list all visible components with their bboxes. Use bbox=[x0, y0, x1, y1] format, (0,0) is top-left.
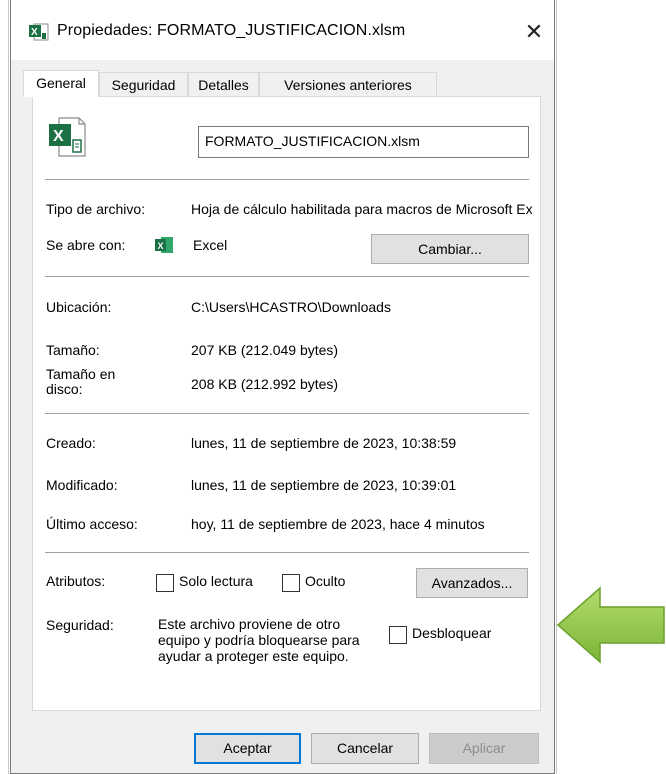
label-creado: Creado: bbox=[46, 435, 96, 451]
tab-versiones-anteriores[interactable]: Versiones anteriores bbox=[259, 72, 437, 96]
label-tamano-disco: Tamaño en disco: bbox=[46, 367, 115, 397]
solo-lectura-checkbox[interactable] bbox=[156, 574, 174, 592]
close-button[interactable]: ✕ bbox=[514, 12, 554, 52]
value-tamano-disco: 208 KB (212.992 bytes) bbox=[191, 376, 339, 392]
filename-field[interactable]: FORMATO_JUSTIFICACION.xlsm bbox=[198, 126, 529, 158]
general-panel: X FORMATO_JUSTIFICACION.xlsm Tipo de arc… bbox=[32, 96, 541, 711]
label-tamano-disco-line1: Tamaño en bbox=[46, 366, 116, 382]
label-seguridad: Seguridad: bbox=[46, 617, 114, 633]
security-line-1: Este archivo proviene de otro bbox=[158, 616, 341, 632]
label-modificado: Modificado: bbox=[46, 477, 118, 493]
separator bbox=[45, 179, 529, 180]
separator bbox=[45, 413, 529, 414]
excel-file-icon: X bbox=[29, 23, 49, 41]
tab-general[interactable]: General bbox=[23, 70, 99, 97]
label-atributos: Atributos: bbox=[46, 573, 106, 589]
value-app: Excel bbox=[193, 237, 228, 253]
desbloquear-label[interactable]: Desbloquear bbox=[412, 625, 530, 641]
svg-text:X: X bbox=[31, 27, 38, 38]
solo-lectura-label[interactable]: Solo lectura bbox=[179, 573, 253, 589]
title-bar: X Propiedades: FORMATO_JUSTIFICACION.xls… bbox=[11, 0, 554, 60]
cambiar-button[interactable]: Cambiar... bbox=[371, 234, 529, 264]
separator bbox=[45, 552, 529, 553]
excel-app-icon: X bbox=[155, 237, 173, 253]
value-tipo: Hoja de cálculo habilitada para macros d… bbox=[191, 201, 532, 217]
tab-seguridad[interactable]: Seguridad bbox=[99, 72, 188, 96]
desbloquear-checkbox[interactable] bbox=[389, 626, 407, 644]
aplicar-button[interactable]: Aplicar bbox=[429, 733, 539, 764]
cancelar-button[interactable]: Cancelar bbox=[311, 733, 419, 764]
svg-text:X: X bbox=[158, 241, 164, 251]
background-edge-left bbox=[8, 0, 9, 774]
separator bbox=[45, 276, 529, 277]
value-ubicacion: C:\Users\HCASTRO\Downloads bbox=[191, 299, 391, 315]
label-tamano-disco-line2: disco: bbox=[46, 381, 83, 397]
value-tamano: 207 KB (212.049 bytes) bbox=[191, 342, 339, 358]
label-ubicacion: Ubicación: bbox=[46, 299, 112, 315]
excel-file-large-icon: X bbox=[49, 117, 86, 157]
green-arrow-annotation bbox=[556, 586, 665, 664]
security-line-3: ayudar a proteger este equipo. bbox=[158, 648, 349, 664]
properties-dialog: X Propiedades: FORMATO_JUSTIFICACION.xls… bbox=[10, 0, 555, 774]
value-creado: lunes, 11 de septiembre de 2023, 10:38:5… bbox=[191, 435, 457, 451]
security-line-2: equipo y podría bloquearse para bbox=[158, 632, 360, 648]
value-modificado: lunes, 11 de septiembre de 2023, 10:39:0… bbox=[191, 477, 457, 493]
window-title: Propiedades: FORMATO_JUSTIFICACION.xlsm bbox=[57, 22, 406, 39]
label-ultimo-acceso: Último acceso: bbox=[46, 516, 138, 532]
oculto-label[interactable]: Oculto bbox=[305, 573, 345, 589]
svg-text:X: X bbox=[53, 128, 64, 145]
avanzados-button[interactable]: Avanzados... bbox=[416, 568, 528, 598]
tab-detalles[interactable]: Detalles bbox=[188, 72, 259, 96]
aceptar-button[interactable]: Aceptar bbox=[194, 733, 301, 764]
label-tamano: Tamaño: bbox=[46, 342, 100, 358]
label-se-abre-con: Se abre con: bbox=[46, 237, 126, 253]
security-message: Este archivo proviene de otro equipo y p… bbox=[158, 616, 360, 664]
oculto-checkbox[interactable] bbox=[282, 574, 300, 592]
value-ultimo-acceso: hoy, 11 de septiembre de 2023, hace 4 mi… bbox=[191, 516, 485, 532]
label-tipo: Tipo de archivo: bbox=[46, 201, 146, 217]
